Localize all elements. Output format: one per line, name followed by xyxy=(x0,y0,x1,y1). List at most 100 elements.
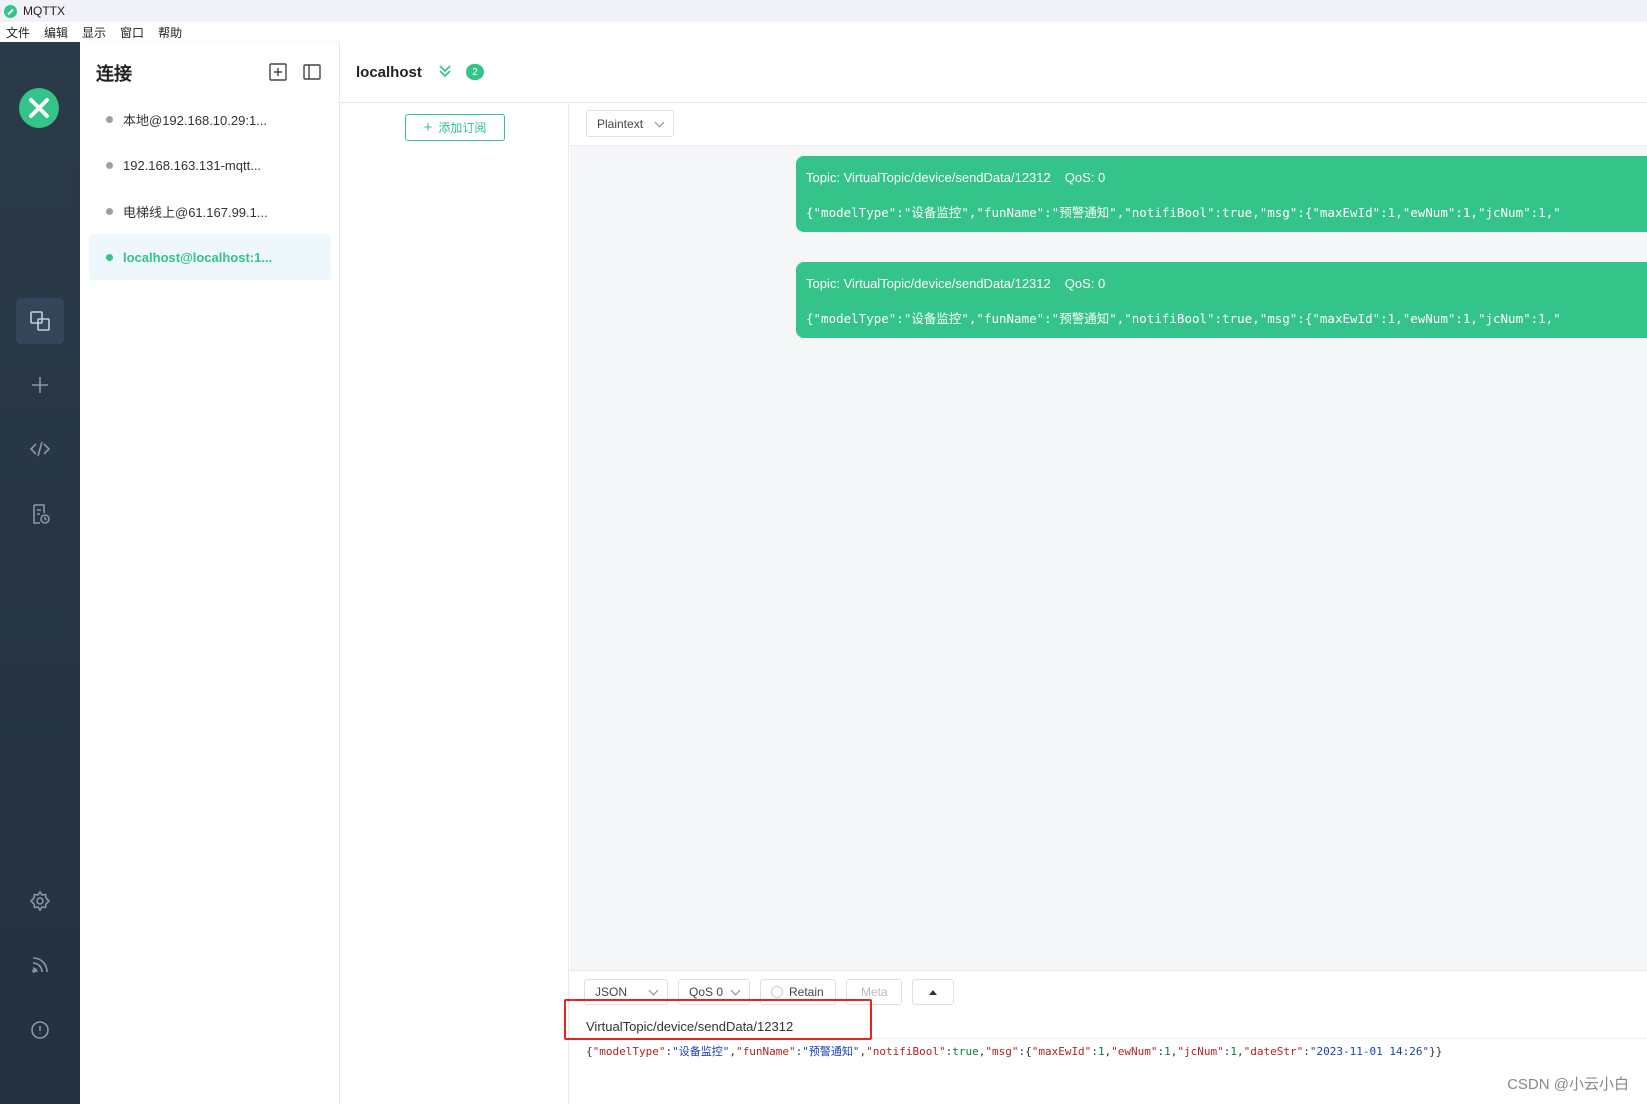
status-dot xyxy=(106,207,113,215)
chevron-down-icon xyxy=(730,985,741,996)
watermark: CSDN @小云小白 xyxy=(1507,1076,1629,1093)
message-payload: {"modelType":"设备监控","funName":"预警通知","no… xyxy=(806,311,1561,326)
message-topic: Topic: VirtualTopic/device/sendData/1231… xyxy=(806,276,1051,291)
connection-label: 电梯线上@61.167.99.1... xyxy=(123,204,268,220)
payload-token: "notifiBool" xyxy=(866,1045,946,1058)
qos-select[interactable]: QoS 0 xyxy=(678,979,750,1005)
plus-square-icon xyxy=(269,63,287,81)
window-title: MQTTX xyxy=(23,4,65,18)
subscriptions-panel: + 添加订阅 xyxy=(340,104,569,1104)
connections-nav-button[interactable] xyxy=(16,298,64,344)
about-nav-button[interactable] xyxy=(16,1007,64,1053)
payload-token: , xyxy=(1237,1045,1244,1058)
received-message[interactable]: Topic: VirtualTopic/device/sendData/1231… xyxy=(796,262,1647,338)
status-dot xyxy=(106,253,113,261)
connection-item-active[interactable]: localhost@localhost:1... xyxy=(89,234,331,280)
payload-format-select[interactable]: JSON xyxy=(584,979,668,1005)
payload-token: { xyxy=(586,1045,593,1058)
connections-panel: 连接 本地@192.168.10.29:1... 192.168.163.131… xyxy=(80,42,340,1104)
publish-payload-editor[interactable]: {"modelType":"设备监控","funName":"预警通知","no… xyxy=(586,1043,1442,1059)
menu-view[interactable]: 显示 xyxy=(82,24,106,41)
status-dot xyxy=(106,115,113,123)
mqttx-logo xyxy=(19,88,59,128)
connection-name: localhost xyxy=(356,64,422,81)
status-dot xyxy=(106,161,113,169)
receive-format-value: Plaintext xyxy=(597,116,644,131)
payload-token: "jcNum" xyxy=(1177,1045,1224,1058)
payload-token: :{ xyxy=(1018,1045,1032,1058)
receive-format-select[interactable]: Plaintext xyxy=(586,110,674,137)
toggle-panel-button[interactable] xyxy=(302,62,322,82)
add-subscription-label: 添加订阅 xyxy=(438,121,487,135)
chevron-down-icon xyxy=(654,117,665,128)
plus-icon: + xyxy=(423,119,433,136)
sidebar-layout-icon xyxy=(303,64,321,80)
subscribe-nav-button[interactable] xyxy=(16,942,64,988)
payload-token: : xyxy=(1091,1045,1098,1058)
title-bar: MQTTX xyxy=(0,0,1647,22)
script-nav-button[interactable] xyxy=(16,426,64,472)
payload-token: 1 xyxy=(1097,1045,1105,1058)
plus-icon xyxy=(32,377,48,393)
meta-label: Meta xyxy=(861,985,888,999)
retain-toggle[interactable]: Retain xyxy=(760,979,836,1005)
connections-icon xyxy=(30,311,50,331)
new-connection-nav-button[interactable] xyxy=(16,362,64,408)
divider xyxy=(570,1038,1647,1039)
payload-token: , xyxy=(729,1045,736,1058)
double-chevron-down-icon xyxy=(439,65,451,78)
payload-token: "maxEwId" xyxy=(1031,1045,1092,1058)
connection-item[interactable]: 电梯线上@61.167.99.1... xyxy=(89,188,331,234)
mqttx-app-icon xyxy=(4,4,17,18)
retain-label: Retain xyxy=(789,985,824,999)
log-icon xyxy=(33,504,50,524)
payload-token: "funName" xyxy=(735,1045,796,1058)
payload-token: "2023-11-01 14:26" xyxy=(1309,1045,1430,1058)
payload-format-value: JSON xyxy=(595,985,628,999)
message-topic-line: Topic: VirtualTopic/device/sendData/1231… xyxy=(806,276,1105,291)
menu-help[interactable]: 帮助 xyxy=(158,24,182,41)
add-subscription-button[interactable]: + 添加订阅 xyxy=(405,114,505,141)
retain-radio[interactable] xyxy=(771,986,783,998)
collapse-button[interactable] xyxy=(436,62,454,85)
message-toolbar: Plaintext xyxy=(570,104,1647,146)
left-nav xyxy=(0,42,80,1104)
chevron-down-icon xyxy=(648,985,659,996)
payload-token: "设备监控" xyxy=(672,1045,730,1058)
message-qos: QoS: 0 xyxy=(1064,170,1106,185)
menu-file[interactable]: 文件 xyxy=(6,24,30,41)
connection-item[interactable]: 192.168.163.131-mqtt... xyxy=(89,142,331,188)
triangle-up-icon xyxy=(929,990,937,995)
payload-token: }} xyxy=(1429,1045,1443,1058)
menu-window[interactable]: 窗口 xyxy=(120,24,144,41)
publish-topic-input[interactable]: VirtualTopic/device/sendData/12312 xyxy=(586,1015,906,1037)
new-connection-button[interactable] xyxy=(268,62,288,82)
code-icon xyxy=(29,441,51,457)
expand-compose-button[interactable] xyxy=(912,979,954,1005)
connection-label: localhost@localhost:1... xyxy=(123,249,273,265)
payload-token: "ewNum" xyxy=(1111,1045,1158,1058)
log-nav-button[interactable] xyxy=(16,491,64,537)
payload-token: "msg" xyxy=(985,1045,1019,1058)
payload-token: true xyxy=(952,1045,979,1058)
connections-title: 连接 xyxy=(96,64,132,84)
message-payload: {"modelType":"设备监控","funName":"预警通知","no… xyxy=(806,205,1561,220)
message-count-badge: 2 xyxy=(466,64,484,80)
connection-label: 192.168.163.131-mqtt... xyxy=(123,157,262,173)
gear-icon xyxy=(29,890,51,912)
connection-header: localhost 2 xyxy=(340,42,1647,103)
settings-nav-button[interactable] xyxy=(16,878,64,924)
publish-area: JSON QoS 0 Retain Meta VirtualTopic/devi… xyxy=(570,970,1647,1104)
menu-edit[interactable]: 编辑 xyxy=(44,24,68,41)
qos-value: QoS 0 xyxy=(689,985,724,999)
connection-item[interactable]: 本地@192.168.10.29:1... xyxy=(89,96,331,142)
payload-token: "dateStr" xyxy=(1243,1045,1304,1058)
connection-label: 本地@192.168.10.29:1... xyxy=(123,112,268,128)
payload-token: 1 xyxy=(1164,1045,1171,1058)
payload-token: "modelType" xyxy=(592,1045,666,1058)
menu-bar: 文件 编辑 显示 窗口 帮助 xyxy=(0,22,1647,42)
received-message[interactable]: Topic: VirtualTopic/device/sendData/1231… xyxy=(796,156,1647,232)
payload-token: : xyxy=(1303,1045,1310,1058)
rss-icon xyxy=(32,957,48,973)
meta-button[interactable]: Meta xyxy=(846,979,902,1005)
